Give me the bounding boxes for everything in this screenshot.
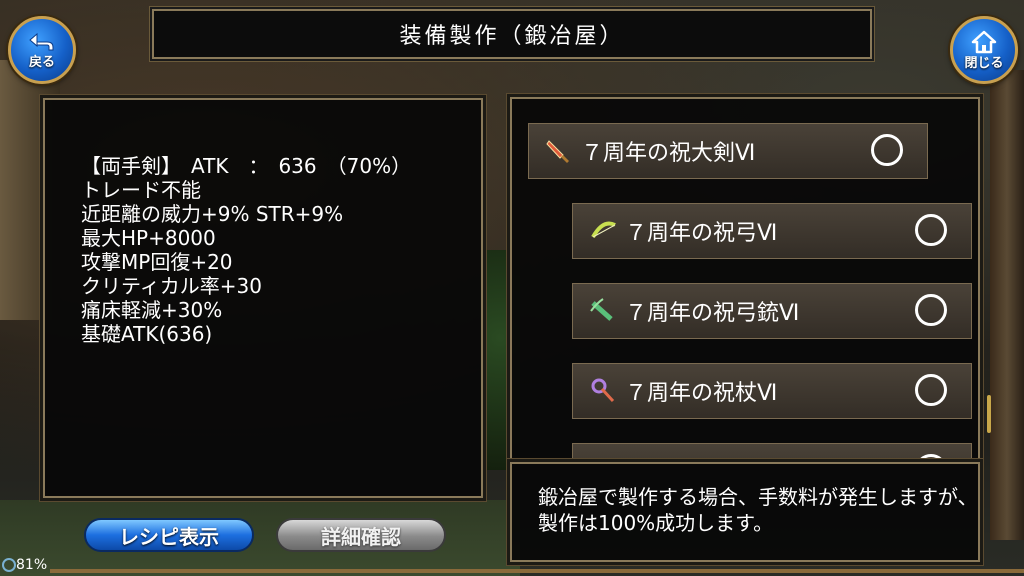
close-button[interactable]: 閉じる (950, 16, 1018, 84)
recipe-item-greatsword[interactable]: ７周年の祝大剣Ⅵ (528, 123, 928, 179)
stat-line: クリティカル率+30 (81, 274, 263, 298)
battery-indicator: 81% (2, 557, 47, 573)
bow-icon (587, 215, 619, 247)
list-scrollbar[interactable] (987, 395, 991, 433)
item-stats-panel: 【両手剣】 ATK ： 636 （70%） トレード不能 近距離の威力+9% S… (43, 98, 483, 498)
stat-line: 【両手剣】 ATK ： 636 （70%） (81, 154, 412, 178)
back-label: 戻る (28, 54, 55, 70)
battery-icon (2, 558, 16, 572)
recipe-item-crossbow[interactable]: ７周年の祝弓銃Ⅵ (572, 283, 972, 339)
greatsword-icon (543, 135, 575, 167)
select-radio[interactable] (915, 214, 947, 246)
stat-line: 基礎ATK(636) (81, 322, 213, 346)
select-radio[interactable] (915, 454, 947, 458)
recipe-list-panel: ７周年の祝大剣Ⅵ ７周年の祝弓Ⅵ ７周年の祝弓銃Ⅵ ７周年の祝杖Ⅵ (510, 97, 980, 460)
recipe-item-name: ７周年の祝杖Ⅵ (625, 381, 778, 406)
back-arrow-icon (29, 32, 54, 50)
recipe-item-bow[interactable]: ７周年の祝弓Ⅵ (572, 203, 972, 259)
recipe-view-button[interactable]: レシピ表示 (84, 518, 254, 552)
staff-icon (587, 375, 619, 407)
stat-line: 最大HP+8000 (81, 226, 216, 250)
recipe-item-staff[interactable]: ７周年の祝杖Ⅵ (572, 363, 972, 419)
message-panel: 鍛冶屋で製作する場合、手数料が発生しますが、製作は100%成功します。 (510, 462, 980, 562)
select-radio[interactable] (915, 374, 947, 406)
stat-line: トレード不能 (81, 178, 201, 202)
recipe-item-name: ７周年の祝弓銃Ⅵ (625, 301, 800, 326)
recipe-item-partial[interactable] (572, 443, 972, 458)
home-icon (971, 30, 997, 53)
close-label: 閉じる (964, 55, 1004, 71)
stat-line: 攻撃MP回復+20 (81, 250, 233, 274)
background-pole (990, 70, 1024, 540)
bottom-bar (50, 569, 1024, 573)
stat-line: 痛床軽減+30% (81, 298, 223, 322)
stat-line: 近距離の威力+9% STR+9% (81, 202, 344, 226)
recipe-item-name: ７周年の祝大剣Ⅵ (581, 141, 756, 166)
page-title: 装備製作（鍛冶屋） (399, 24, 625, 49)
recipe-item-name: ７周年の祝弓Ⅵ (625, 221, 778, 246)
crossbow-icon (587, 295, 619, 327)
back-button[interactable]: 戻る (8, 16, 76, 84)
battery-level: 81% (16, 557, 48, 573)
header-bar: 装備製作（鍛冶屋） (152, 9, 872, 59)
detail-check-button[interactable]: 詳細確認 (276, 518, 446, 552)
select-radio[interactable] (871, 134, 903, 166)
item-stats-text: 【両手剣】 ATK ： 636 （70%） トレード不能 近距離の威力+9% S… (81, 154, 411, 346)
select-radio[interactable] (915, 294, 947, 326)
message-text: 鍛冶屋で製作する場合、手数料が発生しますが、製作は100%成功します。 (538, 485, 978, 535)
